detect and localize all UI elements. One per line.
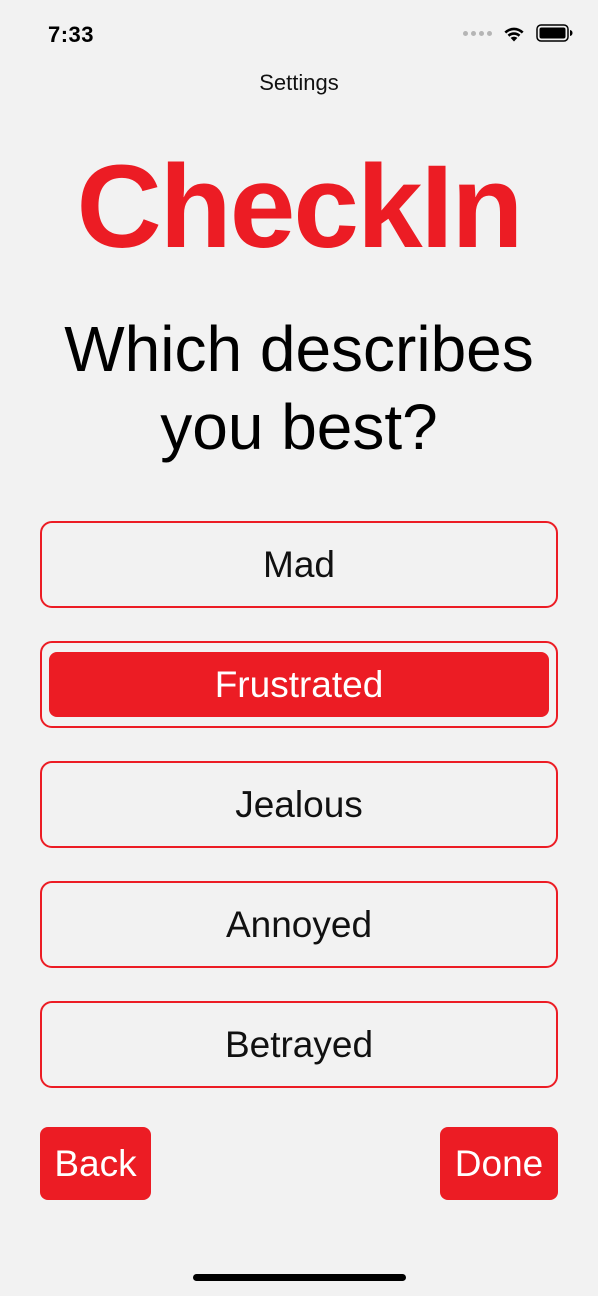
app-title: CheckIn [76,141,523,273]
back-button[interactable]: Back [40,1127,151,1200]
status-time: 7:33 [48,22,95,47]
wifi-icon [504,27,524,42]
options-list: Mad Frustrated Jealous Annoyed Betrayed [40,521,558,1121]
done-button[interactable]: Done [440,1127,558,1200]
status-icons [463,24,574,42]
question-line-1: Which describes [64,313,534,385]
option-mad-button[interactable]: Mad [40,521,558,608]
battery-icon [536,24,573,42]
option-jealous-button[interactable]: Jealous [40,761,558,848]
cellular-signal-icon [463,30,492,36]
status-bar: 7:33 [0,0,598,70]
option-frustrated-button[interactable]: Frustrated [40,641,558,728]
home-indicator[interactable] [193,1274,406,1281]
option-label: Annoyed [225,903,373,945]
option-label: Betrayed [224,1023,374,1065]
settings-link[interactable]: Settings [0,70,598,96]
question-heading: Which describes you best? [20,310,578,466]
option-label: Frustrated [214,663,384,705]
option-annoyed-button[interactable]: Annoyed [40,881,558,968]
option-betrayed-button[interactable]: Betrayed [40,1001,558,1088]
option-label: Jealous [235,783,363,825]
option-label: Mad [263,543,335,585]
question-line-2: you best? [160,391,438,463]
